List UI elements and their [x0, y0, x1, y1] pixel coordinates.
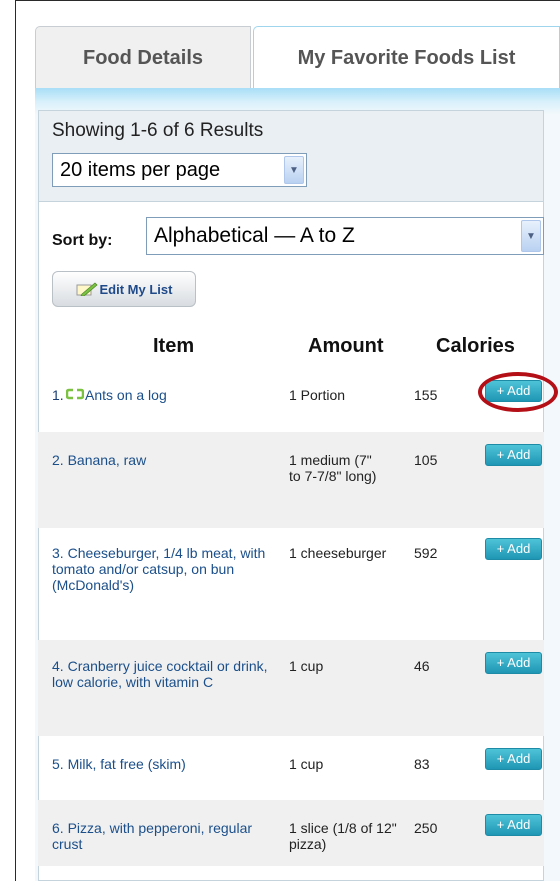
add-button[interactable]: + Add: [485, 444, 542, 466]
edit-my-list-label: Edit My List: [99, 281, 173, 297]
food-amount: 1 slice (1/8 of 12" pizza): [289, 820, 397, 852]
food-item-link[interactable]: Ants on a log: [85, 387, 167, 403]
food-item-name: Cheeseburger, 1/4 lb meat, with tomato a…: [52, 545, 266, 593]
column-header-calories: Calories: [436, 335, 515, 357]
food-amount: 1 Portion: [289, 387, 346, 403]
column-header-item: Item: [153, 335, 195, 357]
food-amount: 1 cheeseburger: [289, 545, 387, 561]
row-number: 1.: [52, 387, 64, 403]
food-calories: 250: [414, 820, 438, 836]
add-button[interactable]: + Add: [485, 538, 542, 560]
items-per-page-value: 20 items per page: [60, 158, 221, 181]
food-calories: 105: [414, 452, 438, 468]
food-amount: 1 cup: [289, 658, 324, 674]
highlight-circle: [478, 372, 558, 412]
food-item-link[interactable]: 3. Cheeseburger, 1/4 lb meat, with tomat…: [52, 545, 280, 593]
recycle-icon: [66, 388, 84, 400]
row-number: 4.: [52, 658, 64, 674]
add-button[interactable]: + Add: [485, 814, 542, 836]
column-header-amount: Amount: [308, 335, 384, 357]
row-number: 5.: [52, 756, 64, 772]
add-button[interactable]: + Add: [485, 748, 542, 770]
food-item-name: Cranberry juice cocktail or drink, low c…: [52, 658, 268, 690]
food-calories: 155: [414, 387, 438, 403]
food-item-link[interactable]: 2. Banana, raw: [52, 452, 146, 468]
tab-food-details[interactable]: Food Details: [35, 26, 251, 90]
food-calories: 83: [414, 756, 430, 772]
food-item-link[interactable]: 6. Pizza, with pepperoni, regular crust: [52, 820, 282, 852]
food-item-link[interactable]: 5. Milk, fat free (skim): [52, 756, 186, 772]
food-item-name: Pizza, with pepperoni, regular crust: [52, 820, 253, 852]
food-item-name: Milk, fat free (skim): [67, 756, 186, 772]
sort-value: Alphabetical — A to Z: [154, 224, 355, 247]
sort-select[interactable]: Alphabetical — A to Z ▼: [146, 217, 544, 255]
row-number: 3.: [52, 545, 64, 561]
edit-my-list-button[interactable]: Edit My List: [52, 271, 196, 307]
items-per-page-select[interactable]: 20 items per page ▼: [52, 153, 307, 187]
chevron-down-icon[interactable]: ▼: [284, 156, 304, 184]
row-number: 2.: [52, 452, 64, 468]
results-count: Showing 1-6 of 6 Results: [52, 120, 264, 141]
food-item-link[interactable]: 4. Cranberry juice cocktail or drink, lo…: [52, 658, 290, 690]
chevron-down-icon[interactable]: ▼: [521, 220, 541, 252]
pencil-icon: [76, 282, 98, 297]
row-number: 6.: [52, 820, 64, 836]
food-amount: 1 medium (7" to 7-7/8" long): [289, 452, 377, 484]
add-button[interactable]: + Add: [485, 652, 542, 674]
tab-my-favorite-foods[interactable]: My Favorite Foods List: [253, 26, 560, 90]
food-calories: 592: [414, 545, 438, 561]
food-calories: 46: [414, 658, 430, 674]
food-amount: 1 cup: [289, 756, 324, 772]
sort-label: Sort by:: [52, 232, 113, 249]
food-item-name: Banana, raw: [67, 452, 147, 468]
tab-bar: Food Details My Favorite Foods List: [35, 26, 560, 90]
